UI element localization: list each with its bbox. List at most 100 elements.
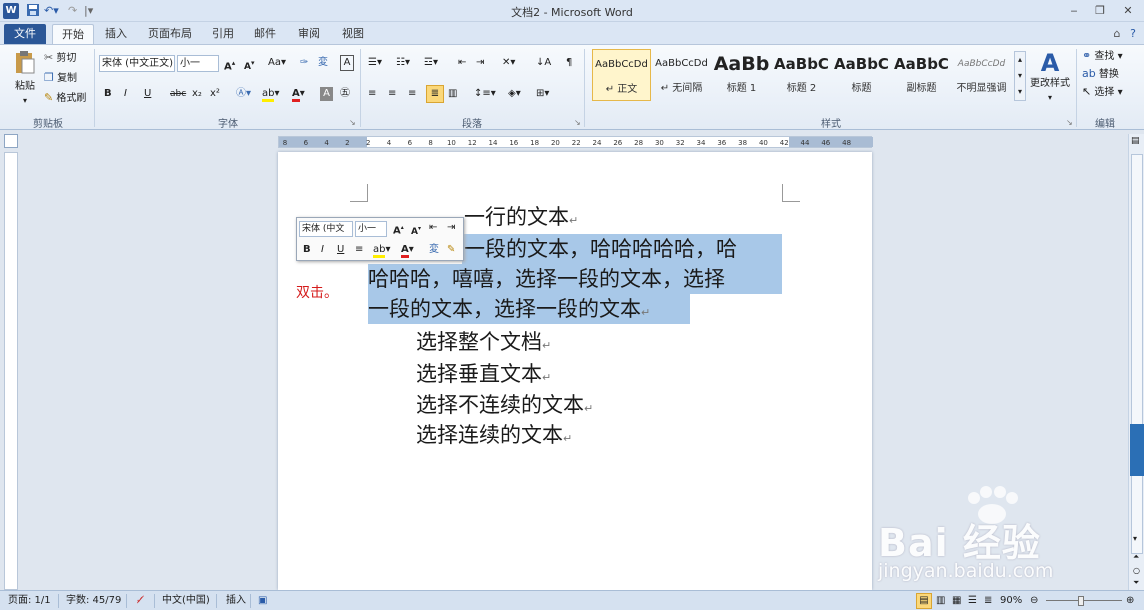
proofing-icon[interactable]: ✓̸ bbox=[136, 591, 144, 610]
mini-highlight-icon[interactable]: ab▾ bbox=[373, 243, 391, 258]
superscript-button[interactable]: x² bbox=[210, 87, 220, 101]
zoom-level[interactable]: 90% bbox=[1000, 591, 1022, 610]
tab-mailings[interactable]: 邮件 bbox=[248, 24, 282, 44]
style-no-spacing[interactable]: AaBbCcDd ↵ 无间隔 bbox=[652, 49, 711, 101]
style-title[interactable]: AaBbC 标题 bbox=[832, 49, 891, 101]
minimize-button[interactable]: ‒ bbox=[1062, 2, 1086, 19]
find-button[interactable]: ⚭ 查找 ▾ bbox=[1082, 49, 1123, 64]
styles-dialog-launcher-icon[interactable]: ↘ bbox=[1066, 116, 1073, 130]
doc-line-2[interactable]: 一段的文本，哈哈哈哈哈，哈 bbox=[464, 234, 737, 264]
doc-line-6[interactable]: 选择垂直文本↵ bbox=[416, 359, 551, 393]
tab-references[interactable]: 引用 bbox=[206, 24, 240, 44]
macro-record-icon[interactable]: ▣ bbox=[258, 591, 267, 610]
grow-font-icon[interactable]: A▴ bbox=[224, 56, 235, 74]
mini-center-icon[interactable]: ≡ bbox=[355, 243, 363, 257]
mini-bold-icon[interactable]: B bbox=[303, 243, 311, 257]
mini-increase-indent-icon[interactable]: ⇥ bbox=[447, 221, 455, 235]
sort-icon[interactable]: ↓A bbox=[536, 56, 551, 70]
mini-toolbar[interactable]: 宋体 (中文 小一 A▴ A▾ ⇤ ⇥ B I U ≡ ab▾ A▾ 変 ✎ bbox=[296, 217, 464, 261]
font-size-combo[interactable]: 小一 bbox=[177, 55, 219, 72]
tab-home[interactable]: 开始 bbox=[52, 24, 94, 44]
style-heading-2[interactable]: AaBbC 标题 2 bbox=[772, 49, 831, 101]
underline-button[interactable]: U bbox=[144, 87, 151, 101]
zoom-slider[interactable] bbox=[1046, 600, 1122, 601]
clear-format-icon[interactable]: ✑ bbox=[300, 56, 308, 70]
decrease-indent-icon[interactable]: ⇤ bbox=[458, 56, 466, 70]
scroll-down-icon[interactable]: ▾ bbox=[1133, 534, 1137, 543]
doc-line-7[interactable]: 选择不连续的文本↵ bbox=[416, 390, 593, 424]
mini-phonetic-icon[interactable]: 変 bbox=[429, 243, 439, 257]
distributed-icon[interactable]: ▥ bbox=[448, 87, 457, 101]
character-border-icon[interactable]: A bbox=[340, 55, 354, 71]
insert-mode[interactable]: 插入 bbox=[226, 591, 246, 610]
web-layout-icon[interactable]: ▦ bbox=[952, 591, 961, 610]
zoom-slider-thumb[interactable] bbox=[1078, 596, 1084, 606]
close-button[interactable]: ✕ bbox=[1116, 2, 1140, 19]
mini-decrease-indent-icon[interactable]: ⇤ bbox=[429, 221, 437, 235]
subscript-button[interactable]: x₂ bbox=[192, 87, 202, 101]
character-shading-icon[interactable]: A bbox=[320, 87, 333, 101]
bold-button[interactable]: B bbox=[104, 87, 112, 101]
style-normal[interactable]: AaBbCcDd ↵ 正文 bbox=[592, 49, 651, 101]
multilevel-list-icon[interactable]: ☲▾ bbox=[424, 56, 438, 70]
change-case-icon[interactable]: Aa▾ bbox=[268, 56, 286, 70]
enclose-characters-icon[interactable]: ㊄ bbox=[340, 87, 350, 101]
help-question-icon[interactable]: ? bbox=[1126, 24, 1140, 44]
cut-button[interactable]: ✂ 剪切 bbox=[44, 51, 76, 66]
text-effects-icon[interactable]: Ⓐ▾ bbox=[236, 87, 251, 101]
outline-icon[interactable]: ☰ bbox=[968, 591, 977, 610]
tab-page-layout[interactable]: 页面布局 bbox=[142, 24, 198, 44]
vertical-scrollbar[interactable]: ▤ ▾ ⏶ ○ ⏷ bbox=[1128, 134, 1144, 590]
replace-button[interactable]: ab 替换 bbox=[1082, 67, 1119, 82]
phonetic-guide-icon[interactable]: 変 bbox=[318, 56, 328, 70]
format-painter-button[interactable]: ✎ 格式刷 bbox=[44, 91, 86, 106]
font-family-combo[interactable]: 宋体 (中文正文) bbox=[99, 55, 175, 72]
style-subtle-emphasis[interactable]: AaBbCcDd 不明显强调 bbox=[952, 49, 1011, 101]
mini-grow-font-icon[interactable]: A▴ bbox=[393, 221, 404, 238]
borders-icon[interactable]: ⊞▾ bbox=[536, 87, 549, 101]
line-spacing-icon[interactable]: ↕≡▾ bbox=[474, 87, 496, 101]
tab-file[interactable]: 文件 bbox=[4, 24, 46, 44]
style-heading-1[interactable]: AaBb 标题 1 bbox=[712, 49, 771, 101]
bullets-icon[interactable]: ☰▾ bbox=[368, 56, 382, 70]
mini-size-combo[interactable]: 小一 bbox=[355, 221, 387, 237]
print-layout-icon[interactable]: ▤ bbox=[916, 593, 932, 609]
mini-italic-icon[interactable]: I bbox=[321, 243, 324, 257]
numbering-icon[interactable]: ☷▾ bbox=[396, 56, 410, 70]
align-right-icon[interactable]: ≡ bbox=[408, 87, 416, 101]
mini-underline-icon[interactable]: U bbox=[337, 243, 344, 257]
help-icon[interactable]: ⌂ bbox=[1110, 24, 1124, 44]
style-subtitle[interactable]: AaBbC 副标题 bbox=[892, 49, 951, 101]
doc-line-5[interactable]: 选择整个文档↵ bbox=[416, 327, 551, 361]
maximize-button[interactable]: ❐ bbox=[1088, 2, 1112, 19]
font-color-icon[interactable]: A▾ bbox=[292, 87, 305, 102]
zoom-in-icon[interactable]: ⊕ bbox=[1126, 591, 1134, 610]
doc-line-8[interactable]: 选择连续的文本↵ bbox=[416, 420, 572, 454]
browse-object-icon[interactable]: ○ bbox=[1133, 566, 1140, 575]
word-count[interactable]: 字数: 45/79 bbox=[66, 591, 121, 610]
copy-button[interactable]: ❐ 复制 bbox=[44, 71, 77, 86]
doc-line-3[interactable]: 哈哈哈，嘻嘻，选择一段的文本，选择 bbox=[368, 264, 725, 294]
styles-scroll-icon[interactable]: ▴ ▾ ▾ bbox=[1014, 51, 1026, 101]
italic-button[interactable]: I bbox=[124, 87, 127, 101]
horizontal-ruler[interactable]: 8 6 4 2 2 4 6 8 10 12 14 16 18 20 22 24 26 28 30 32 34 36 38 40… bbox=[278, 136, 873, 148]
justify-icon[interactable]: ≣ bbox=[426, 85, 444, 103]
mini-font-color-icon[interactable]: A▾ bbox=[401, 243, 414, 258]
strikethrough-button[interactable]: abc bbox=[170, 87, 186, 101]
mini-format-painter-icon[interactable]: ✎ bbox=[447, 243, 455, 257]
align-center-icon[interactable]: ≡ bbox=[388, 87, 396, 101]
language[interactable]: 中文(中国) bbox=[162, 591, 210, 610]
select-button[interactable]: ↖ 选择 ▾ bbox=[1082, 85, 1123, 100]
font-dialog-launcher-icon[interactable]: ↘ bbox=[349, 116, 356, 130]
chinese-layout-icon[interactable]: ✕▾ bbox=[502, 56, 515, 70]
shrink-font-icon[interactable]: A▾ bbox=[244, 56, 254, 74]
paste-button[interactable]: 粘贴 ▾ bbox=[10, 49, 40, 109]
mini-font-combo[interactable]: 宋体 (中文 bbox=[299, 221, 353, 237]
scroll-thumb[interactable] bbox=[1131, 154, 1143, 554]
highlight-icon[interactable]: ab▾ bbox=[262, 87, 280, 102]
doc-line-4[interactable]: 一段的文本，选择一段的文本↵ bbox=[368, 294, 650, 328]
ruler-toggle-icon[interactable]: ▤ bbox=[1131, 136, 1140, 146]
tab-insert[interactable]: 插入 bbox=[98, 24, 134, 44]
zoom-out-icon[interactable]: ⊖ bbox=[1030, 591, 1038, 610]
full-screen-reading-icon[interactable]: ▥ bbox=[936, 591, 945, 610]
